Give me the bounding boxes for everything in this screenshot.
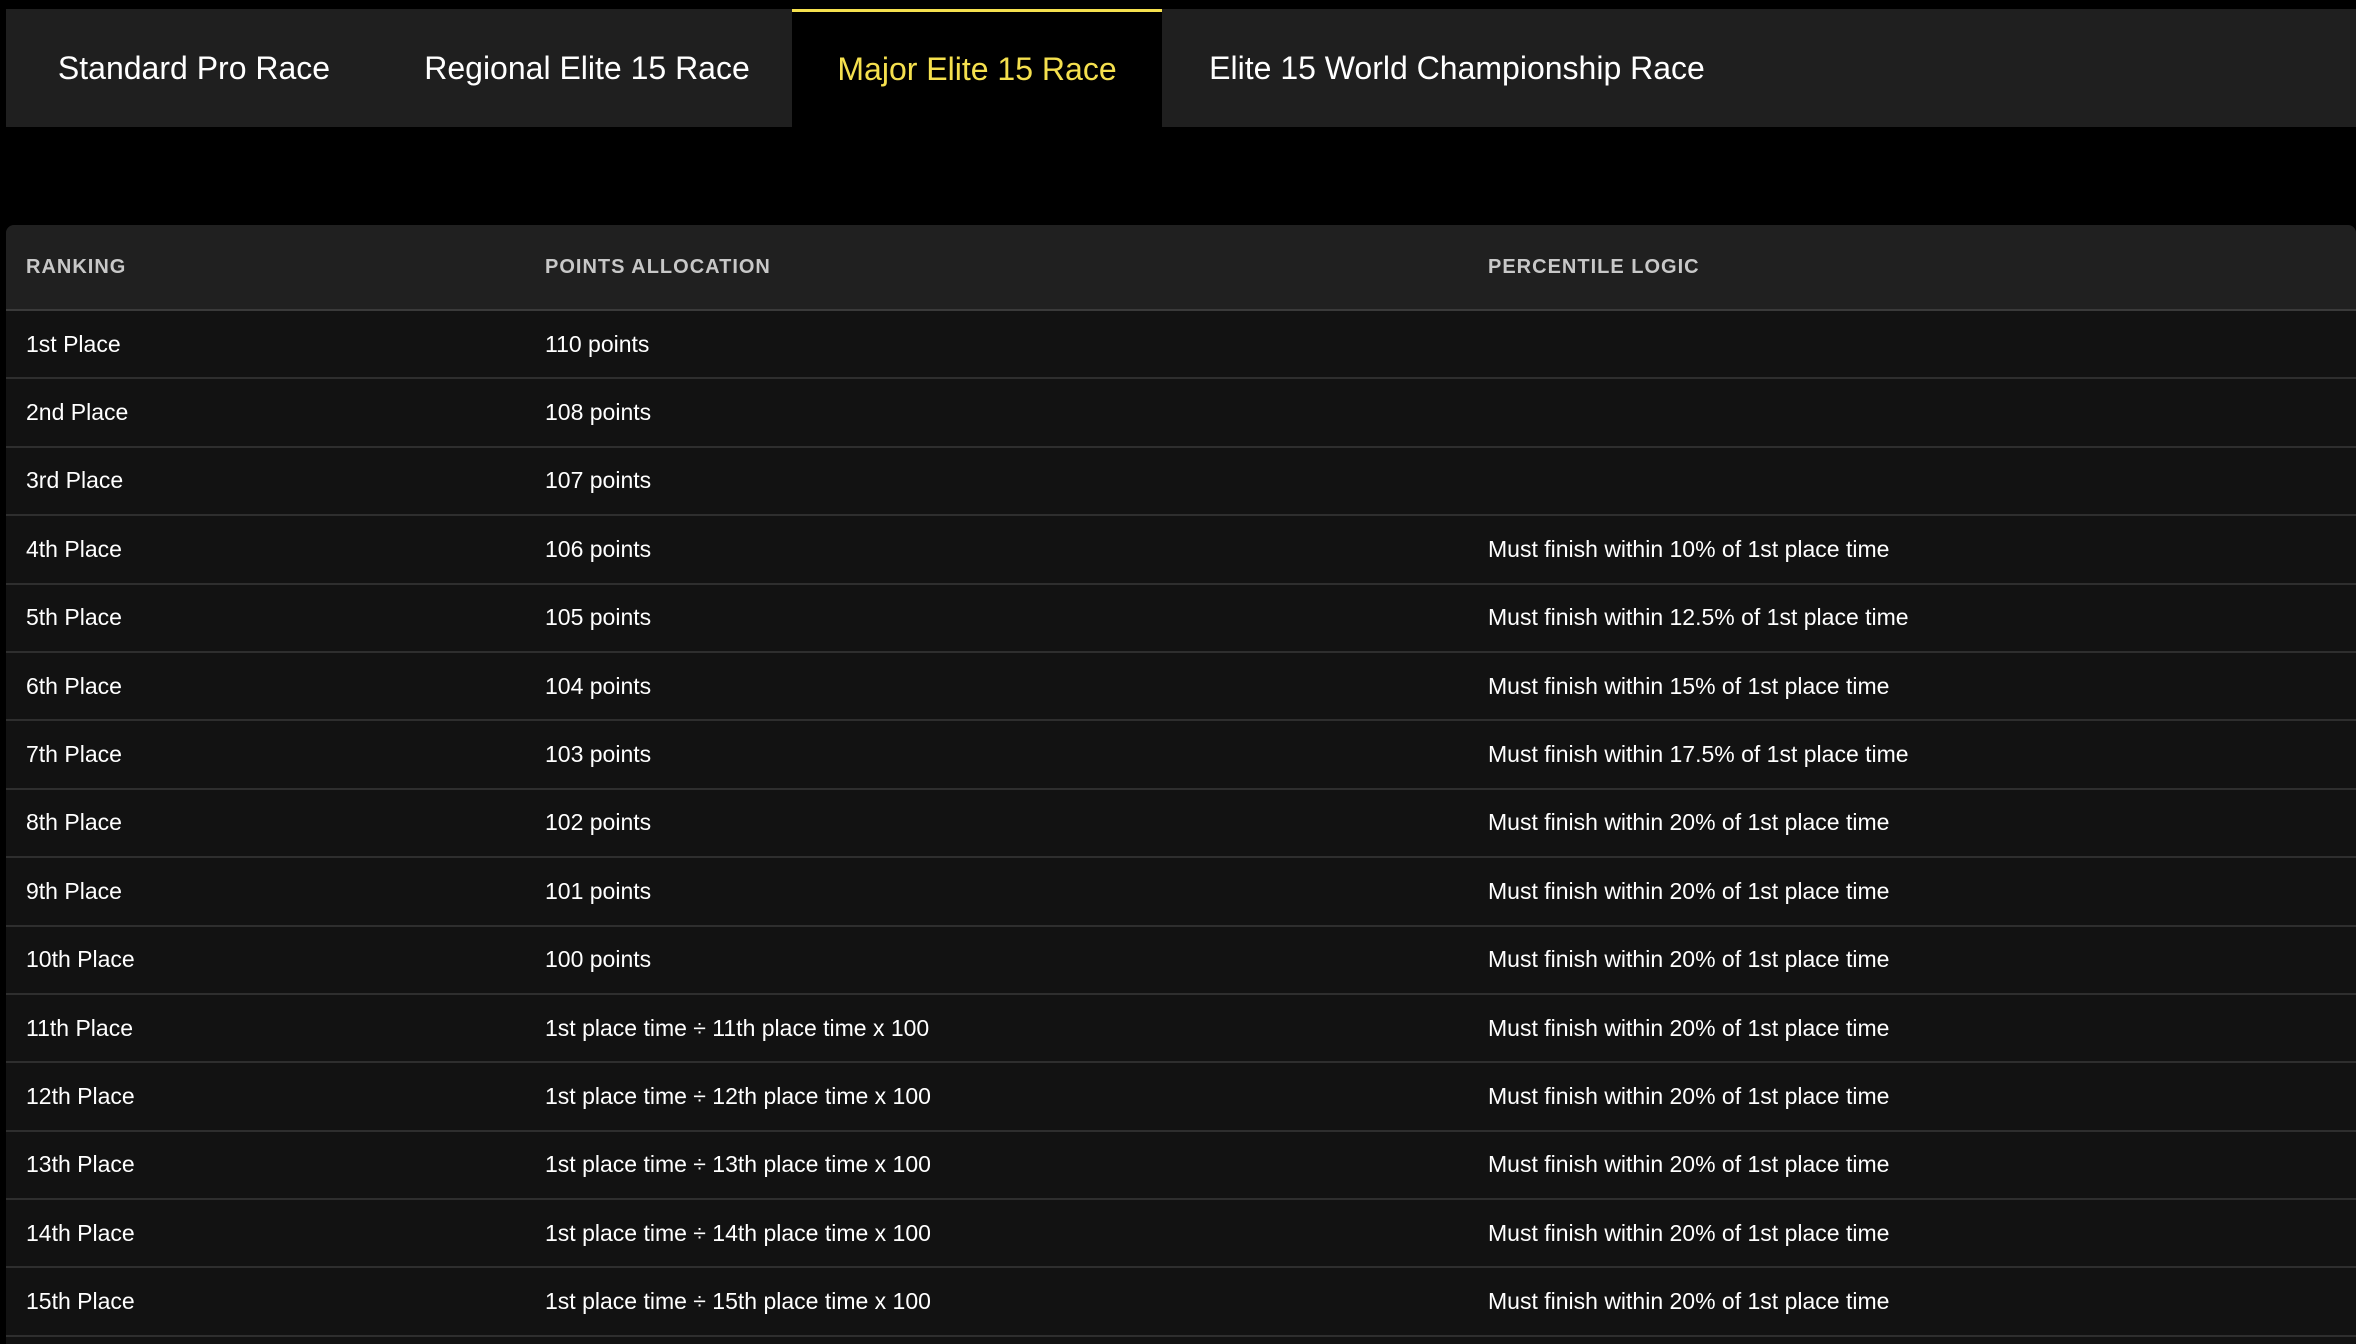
points-cell: 1st place time ÷ 15th place time x 100 xyxy=(545,1288,931,1315)
header-points-allocation: POINTS ALLOCATION xyxy=(545,255,771,278)
points-cell: 103 points xyxy=(545,741,652,768)
table-row: 4th Place 106 points Must finish within 10… xyxy=(6,516,2356,585)
percentile-cell: Must finish within 20% of 1st place time xyxy=(1488,809,1890,836)
points-cell: 100 points xyxy=(545,946,652,973)
table-row: 10th Place 100 points Must finish within 2… xyxy=(6,927,2356,995)
table-row: 7th Place 103 points Must finish within 17… xyxy=(6,721,2356,790)
points-cell: 107 points xyxy=(545,467,652,494)
percentile-cell: Must finish within 10% of 1st place time xyxy=(1488,535,1890,562)
table-row: 13th Place 1st place time ÷ 13th place ti… xyxy=(6,1132,2356,1201)
tab-standard-pro-race[interactable]: Standard Pro Race xyxy=(6,9,382,127)
ranking-cell: 12th Place xyxy=(26,1082,135,1109)
ranking-cell: 5th Place xyxy=(26,604,122,631)
table-row: 5th Place 105 points Must finish within 12… xyxy=(6,585,2356,653)
table-body: 1st Place 110 points 2nd Place 108 points 3r… xyxy=(6,311,2356,1337)
points-cell: 108 points xyxy=(545,399,652,426)
ranking-cell: 8th Place xyxy=(26,809,122,836)
header-ranking: RANKING xyxy=(26,255,127,278)
header-percentile-logic: PERCENTILE LOGIC xyxy=(1488,255,1700,278)
ranking-cell: 6th Place xyxy=(26,672,122,699)
table-row: 14th Place 1st place time ÷ 14th place ti… xyxy=(6,1200,2356,1269)
points-cell: 102 points xyxy=(545,809,652,836)
percentile-cell: Must finish within 15% of 1st place time xyxy=(1488,672,1890,699)
points-cell: 1st place time ÷ 12th place time x 100 xyxy=(545,1082,931,1109)
points-cell: 101 points xyxy=(545,877,652,904)
ranking-cell: 13th Place xyxy=(26,1151,135,1178)
ranking-cell: 11th Place xyxy=(26,1014,133,1041)
percentile-cell: Must finish within 17.5% of 1st place ti… xyxy=(1488,741,1909,768)
percentile-cell: Must finish within 20% of 1st place time xyxy=(1488,1014,1890,1041)
points-cell: 1st place time ÷ 14th place time x 100 xyxy=(545,1219,931,1246)
ranking-cell: 10th Place xyxy=(26,946,135,973)
percentile-cell: Must finish within 20% of 1st place time xyxy=(1488,1288,1890,1315)
ranking-cell: 1st Place xyxy=(26,330,121,357)
page: Standard Pro Race Regional Elite 15 Race… xyxy=(0,0,2356,1344)
percentile-cell: Must finish within 20% of 1st place time xyxy=(1488,946,1890,973)
points-cell: 1st place time ÷ 11th place time x 100 xyxy=(545,1014,930,1041)
points-cell: 1st place time ÷ 13th place time x 100 xyxy=(545,1151,931,1178)
table-row: 2nd Place 108 points xyxy=(6,379,2356,448)
ranking-cell: 7th Place xyxy=(26,741,122,768)
ranking-cell: 4th Place xyxy=(26,535,122,562)
table-row: 1st Place 110 points xyxy=(6,311,2356,380)
race-type-tabs: Standard Pro Race Regional Elite 15 Race… xyxy=(6,9,2356,127)
tab-major-elite-15-race[interactable]: Major Elite 15 Race xyxy=(792,9,1162,127)
table-row: 8th Place 102 points Must finish within 20… xyxy=(6,790,2356,859)
points-cell: 104 points xyxy=(545,672,652,699)
points-cell: 106 points xyxy=(545,535,652,562)
table-row: 6th Place 104 points Must finish within 15… xyxy=(6,653,2356,722)
tab-regional-elite-15-race[interactable]: Regional Elite 15 Race xyxy=(382,9,792,127)
percentile-cell: Must finish within 20% of 1st place time xyxy=(1488,1082,1890,1109)
percentile-cell: Must finish within 20% of 1st place time xyxy=(1488,877,1890,904)
tab-elite-15-world-championship-race[interactable]: Elite 15 World Championship Race xyxy=(1162,9,1752,127)
points-cell: 110 points xyxy=(545,330,650,357)
ranking-cell: 3rd Place xyxy=(26,467,124,494)
ranking-cell: 14th Place xyxy=(26,1219,135,1246)
table-row: 3rd Place 107 points xyxy=(6,448,2356,517)
table-row: 15th Place 1st place time ÷ 15th place ti… xyxy=(6,1268,2356,1337)
ranking-cell: 15th Place xyxy=(26,1288,135,1315)
percentile-cell: Must finish within 12.5% of 1st place ti… xyxy=(1488,604,1909,631)
ranking-cell: 9th Place xyxy=(26,877,122,904)
ranking-cell: 2nd Place xyxy=(26,399,129,426)
table-row: 11th Place 1st place time ÷ 11th place ti… xyxy=(6,995,2356,1064)
points-table: RANKING POINTS ALLOCATION PERCENTILE LOG… xyxy=(6,225,2356,1344)
table-row: 12th Place 1st place time ÷ 12th place ti… xyxy=(6,1063,2356,1132)
points-cell: 105 points xyxy=(545,604,652,631)
table-row: 9th Place 101 points Must finish within 20… xyxy=(6,858,2356,927)
percentile-cell: Must finish within 20% of 1st place time xyxy=(1488,1219,1890,1246)
table-header-row: RANKING POINTS ALLOCATION PERCENTILE LOG… xyxy=(6,225,2356,311)
percentile-cell: Must finish within 20% of 1st place time xyxy=(1488,1151,1890,1178)
